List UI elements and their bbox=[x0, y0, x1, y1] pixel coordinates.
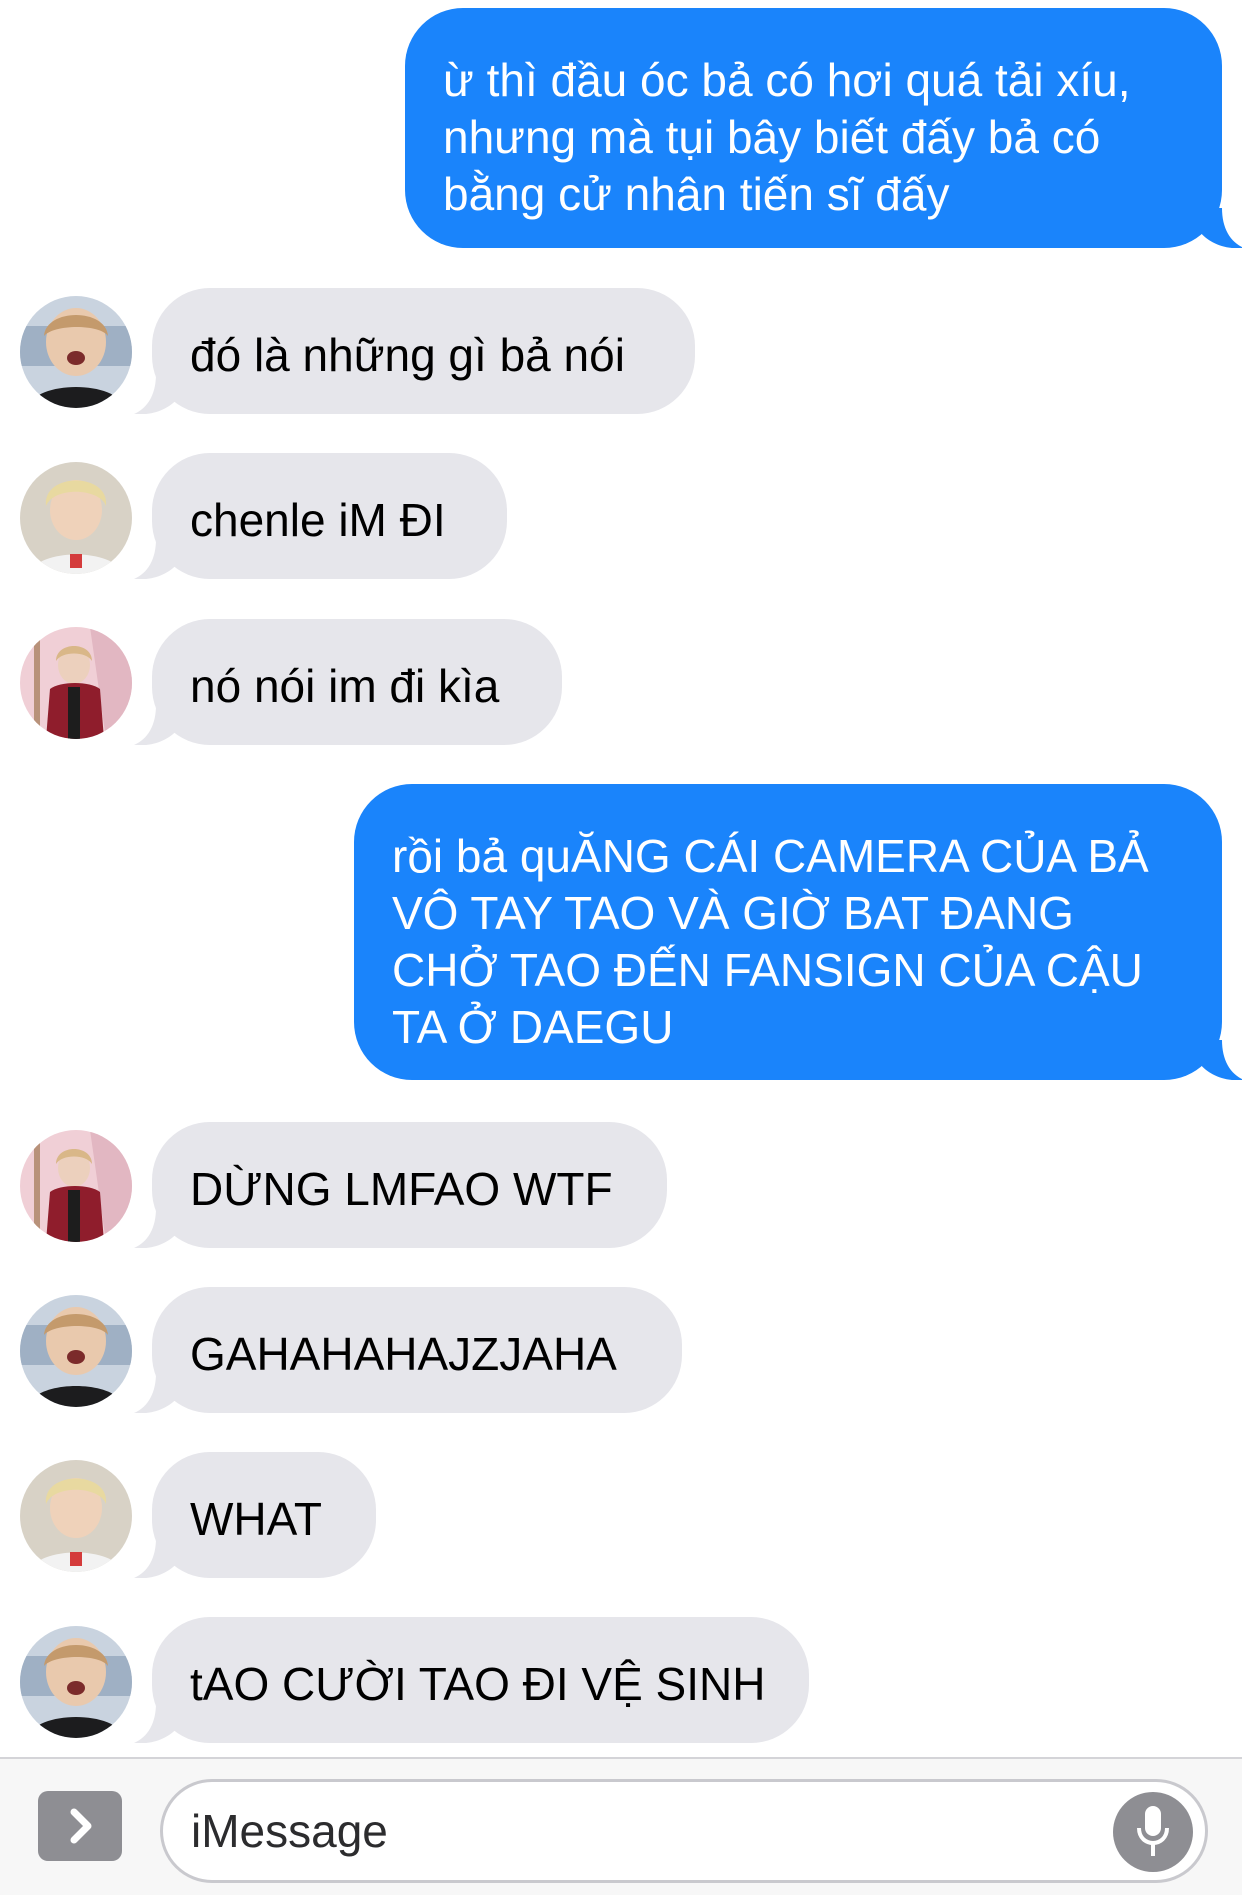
message-text: chenle iM ĐI bbox=[190, 494, 446, 546]
bubble-tail bbox=[134, 1373, 178, 1413]
message-text: GAHAHAHAJZJAHA bbox=[190, 1328, 617, 1380]
microphone-button[interactable] bbox=[1113, 1792, 1193, 1872]
incoming-message-bubble[interactable]: GAHAHAHAJZJAHA bbox=[152, 1287, 682, 1413]
apps-button[interactable] bbox=[38, 1791, 122, 1861]
contact-avatar[interactable] bbox=[20, 462, 132, 574]
imessage-placeholder: iMessage bbox=[191, 1805, 388, 1857]
outgoing-message-bubble[interactable]: ừ thì đầu óc bả có hơi quá tải xíu, nhưn… bbox=[405, 8, 1222, 248]
message-text: nó nói im đi kìa bbox=[190, 660, 500, 712]
incoming-message-bubble[interactable]: WHAT bbox=[152, 1452, 376, 1578]
incoming-message-bubble[interactable]: đó là những gì bả nói bbox=[152, 288, 695, 414]
message-text: tAO CƯỜI TAO ĐI VỆ SINH bbox=[190, 1658, 766, 1710]
contact-avatar[interactable] bbox=[20, 296, 132, 408]
microphone-icon bbox=[1137, 1806, 1169, 1856]
message-text: DỪNG LMFAO WTF bbox=[190, 1163, 613, 1215]
incoming-message-bubble[interactable]: chenle iM ĐI bbox=[152, 453, 507, 579]
contact-avatar[interactable] bbox=[20, 1295, 132, 1407]
bubble-tail bbox=[134, 1208, 178, 1248]
bubble-tail bbox=[1200, 208, 1242, 248]
message-text: WHAT bbox=[190, 1493, 323, 1545]
outgoing-message-bubble[interactable]: rồi bả quĂNG CÁI CAMERA CỦA BẢ VÔ TAY TA… bbox=[354, 784, 1222, 1080]
contact-avatar[interactable] bbox=[20, 1626, 132, 1738]
incoming-message-bubble[interactable]: tAO CƯỜI TAO ĐI VỆ SINH bbox=[152, 1617, 809, 1743]
message-text: rồi bả quĂNG CÁI CAMERA CỦA BẢ VÔ TAY TA… bbox=[392, 830, 1149, 1053]
message-input-bar: iMessage bbox=[0, 1757, 1242, 1895]
bubble-tail bbox=[134, 1538, 178, 1578]
chevron-right-icon bbox=[70, 1808, 92, 1844]
bubble-tail bbox=[1200, 1040, 1242, 1080]
bubble-tail bbox=[134, 539, 178, 579]
bubble-tail bbox=[134, 705, 178, 745]
incoming-message-bubble[interactable]: DỪNG LMFAO WTF bbox=[152, 1122, 667, 1248]
incoming-message-bubble[interactable]: nó nói im đi kìa bbox=[152, 619, 562, 745]
contact-avatar[interactable] bbox=[20, 627, 132, 739]
message-text: đó là những gì bả nói bbox=[190, 329, 625, 381]
bubble-tail bbox=[134, 1703, 178, 1743]
contact-avatar[interactable] bbox=[20, 1460, 132, 1572]
message-text: ừ thì đầu óc bả có hơi quá tải xíu, nhưn… bbox=[443, 54, 1131, 220]
imessage-input[interactable]: iMessage bbox=[160, 1779, 1208, 1883]
bubble-tail bbox=[134, 374, 178, 414]
message-thread: ừ thì đầu óc bả có hơi quá tải xíu, nhưn… bbox=[0, 0, 1242, 1757]
contact-avatar[interactable] bbox=[20, 1130, 132, 1242]
